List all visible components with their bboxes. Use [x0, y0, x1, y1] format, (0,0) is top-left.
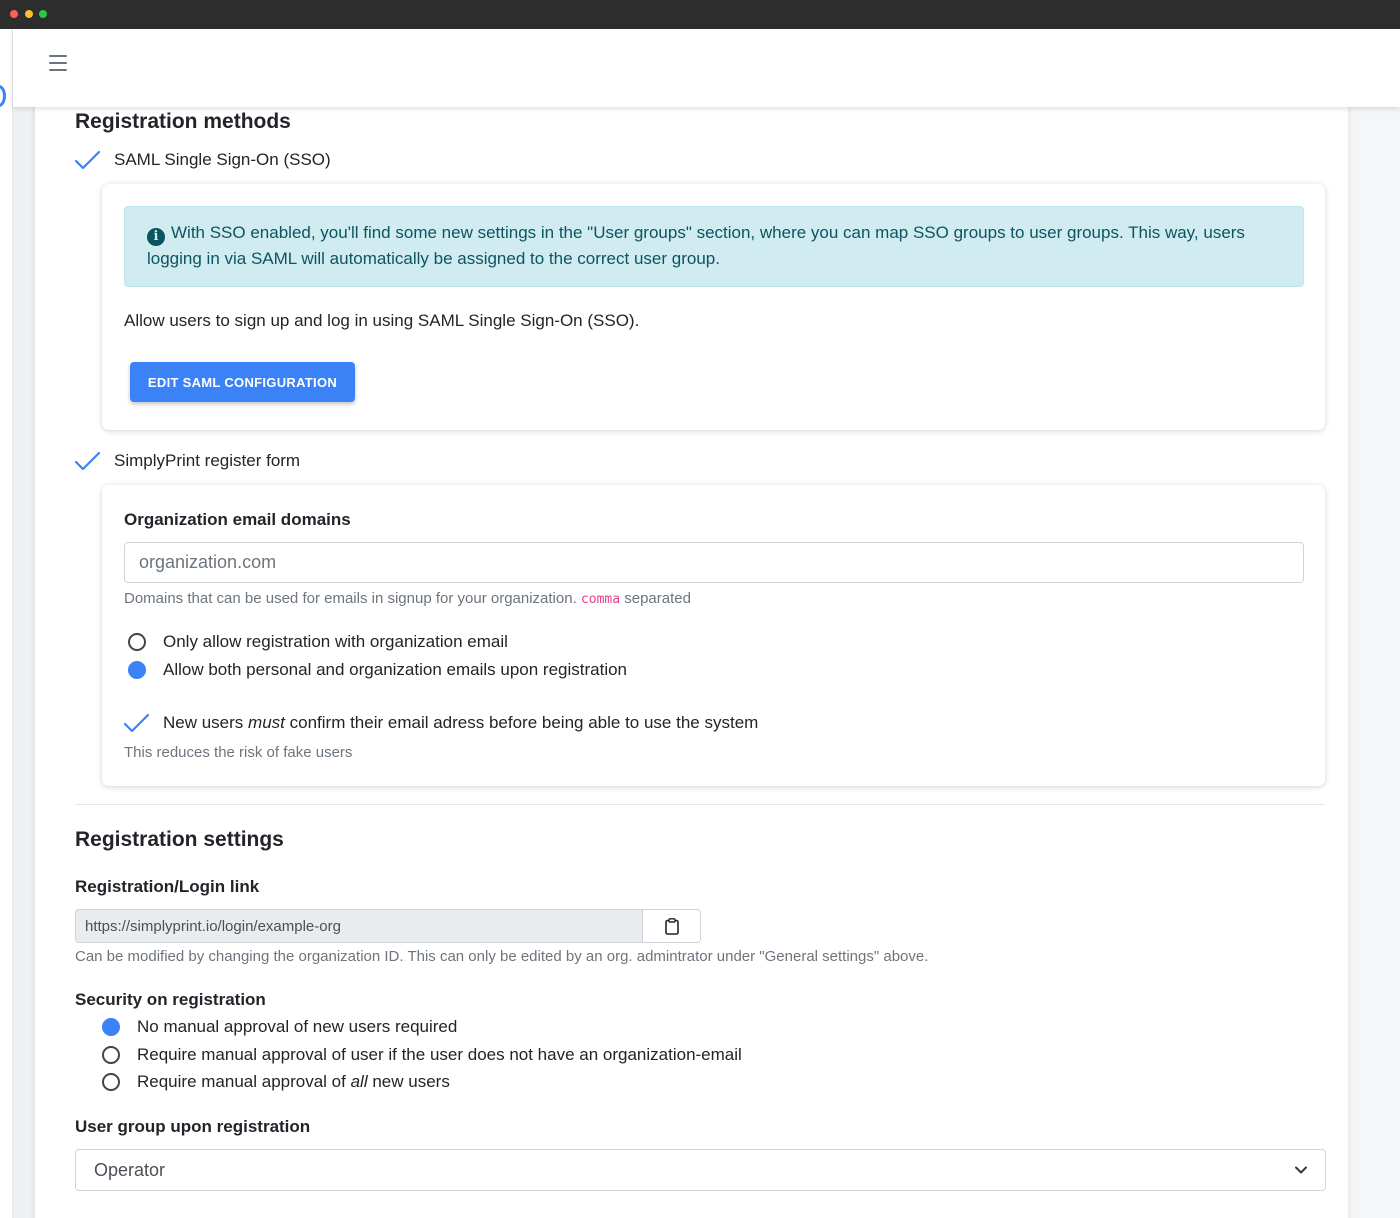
radio-button[interactable] — [102, 1046, 120, 1064]
registration-settings-title: Registration settings — [75, 828, 284, 851]
checkmark-icon — [124, 713, 149, 733]
radio-approval-all-emphasis: all — [350, 1072, 368, 1091]
register-form-panel: Organization email domains Domains that … — [102, 485, 1325, 786]
checkmark-icon — [75, 451, 100, 471]
register-form-method-label: SimplyPrint register form — [114, 451, 301, 470]
clipboard-icon — [664, 917, 679, 935]
radio-approval-all-label: Require manual approval of all new users — [137, 1072, 450, 1092]
radio-button-selected[interactable] — [102, 1018, 120, 1036]
radio-approval-non-org[interactable]: Require manual approval of user if the u… — [102, 1045, 742, 1065]
saml-method-toggle[interactable]: SAML Single Sign-On (SSO) — [75, 150, 331, 170]
registration-link-group — [75, 909, 701, 943]
email-domains-help-suffix: separated — [624, 590, 691, 607]
radio-approval-all-text: Require manual approval of — [137, 1072, 346, 1091]
window-titlebar — [0, 0, 1400, 29]
maximize-window-button[interactable] — [39, 10, 47, 18]
user-group-label: User group upon registration — [75, 1117, 311, 1136]
registration-link-help: Can be modified by changing the organiza… — [75, 948, 929, 965]
user-group-select[interactable]: Operator — [75, 1149, 1326, 1191]
email-domains-help-text: Domains that can be used for emails in s… — [124, 590, 577, 607]
saml-description: Allow users to sign up and log in using … — [124, 311, 640, 330]
info-icon: i — [147, 228, 165, 246]
register-form-method-toggle[interactable]: SimplyPrint register form — [75, 451, 300, 471]
confirm-email-emphasis: must — [248, 713, 285, 732]
hamburger-icon[interactable] — [49, 55, 67, 71]
radio-personal-and-org[interactable]: Allow both personal and organization ema… — [128, 660, 627, 680]
chevron-down-icon — [1295, 1166, 1307, 1174]
registration-link-label: Registration/Login link — [75, 877, 260, 896]
user-group-selected-value: Operator — [94, 1159, 166, 1180]
minimize-window-button[interactable] — [25, 10, 33, 18]
sso-info-alert: i With SSO enabled, you'll find some new … — [124, 206, 1304, 287]
radio-approval-non-org-label: Require manual approval of user if the u… — [137, 1045, 742, 1064]
security-on-registration-label: Security on registration — [75, 990, 266, 1009]
radio-org-email-only[interactable]: Only allow registration with organizatio… — [128, 632, 508, 652]
radio-button-selected[interactable] — [128, 661, 146, 679]
page-gutter — [13, 107, 35, 1218]
radio-no-manual-approval-label: No manual approval of new users required — [137, 1017, 458, 1036]
edit-saml-configuration-button[interactable]: EDIT SAML CONFIGURATION — [130, 362, 355, 402]
section-divider — [75, 804, 1325, 805]
radio-button[interactable] — [128, 633, 146, 651]
checkmark-icon — [75, 150, 100, 170]
email-domains-label: Organization email domains — [124, 510, 351, 529]
saml-method-label: SAML Single Sign-On (SSO) — [114, 150, 331, 169]
registration-link-input[interactable] — [75, 909, 643, 943]
email-domains-help: Domains that can be used for emails in s… — [124, 590, 691, 607]
sidebar-edge — [0, 29, 13, 1218]
registration-methods-title: Registration methods — [75, 110, 291, 133]
saml-settings-panel: i With SSO enabled, you'll find some new … — [102, 184, 1325, 430]
close-window-button[interactable] — [10, 10, 18, 18]
email-domains-input[interactable] — [124, 542, 1304, 583]
confirm-email-toggle[interactable]: New users must confirm their email adres… — [124, 713, 758, 733]
confirm-email-help: This reduces the risk of fake users — [124, 744, 353, 761]
radio-approval-all-text-rest: new users — [372, 1072, 450, 1091]
top-navbar — [13, 29, 1400, 107]
radio-no-manual-approval[interactable]: No manual approval of new users required — [102, 1017, 457, 1037]
copy-link-button[interactable] — [643, 909, 701, 943]
radio-personal-and-org-label: Allow both personal and organization ema… — [163, 660, 628, 679]
confirm-email-text: New users — [163, 713, 244, 732]
logo-icon — [0, 85, 6, 107]
confirm-email-label: New users must confirm their email adres… — [163, 713, 758, 733]
radio-button[interactable] — [102, 1073, 120, 1091]
sso-info-text: With SSO enabled, you'll find some new s… — [147, 223, 1245, 268]
radio-approval-all[interactable]: Require manual approval of all new users — [102, 1072, 450, 1092]
confirm-email-text-rest: confirm their email adress before being … — [289, 713, 759, 732]
email-domains-help-code: comma — [580, 592, 621, 607]
radio-org-email-only-label: Only allow registration with organizatio… — [163, 632, 508, 651]
